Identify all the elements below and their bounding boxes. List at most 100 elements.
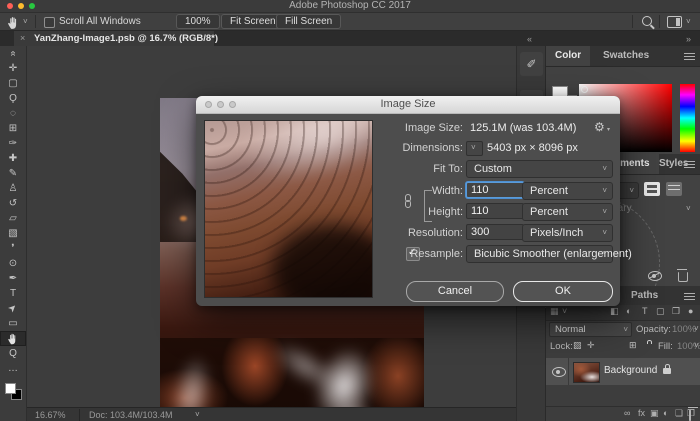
opacity-value[interactable]: 100% bbox=[672, 324, 696, 335]
scroll-all-windows-label: Scroll All Windows bbox=[59, 16, 141, 27]
resolution-input[interactable] bbox=[466, 224, 524, 240]
resample-dropdown[interactable]: Bicubic Smoother (enlargement) ˅ bbox=[466, 245, 613, 263]
more-tools[interactable]: … bbox=[0, 361, 26, 376]
gear-chevron-icon[interactable]: ▾ bbox=[607, 126, 610, 133]
layer-thumbnail[interactable] bbox=[573, 362, 600, 383]
layer-mask-icon[interactable]: ▣ bbox=[650, 408, 659, 419]
tab-swatches[interactable]: Swatches bbox=[594, 46, 658, 66]
scroll-all-windows-checkbox[interactable] bbox=[44, 17, 55, 28]
tool-preset-chevron-icon[interactable]: ˅ bbox=[23, 18, 28, 26]
photoshop-window: Adobe Photoshop CC 2017 ˅ Scroll All Win… bbox=[0, 0, 700, 421]
zoom-100-button[interactable]: 100% bbox=[176, 14, 220, 29]
resample-label: Resample: bbox=[316, 248, 463, 260]
workspace-icon[interactable] bbox=[667, 16, 682, 28]
close-tab-icon[interactable]: × bbox=[20, 33, 25, 43]
clone-stamp-tool[interactable]: ♙ bbox=[0, 181, 26, 196]
tab-paths[interactable]: Paths bbox=[622, 286, 667, 306]
eraser-tool[interactable]: ▱ bbox=[0, 211, 26, 226]
chevron-down-icon[interactable]: ˅ bbox=[694, 325, 699, 333]
lock-transparent-icon[interactable]: ▨ bbox=[573, 340, 582, 351]
dodge-tool[interactable]: ⊙ bbox=[0, 256, 26, 271]
chevron-down-icon[interactable]: ˅ bbox=[686, 205, 691, 213]
marquee-tool[interactable]: ▢ bbox=[0, 76, 26, 91]
filter-type-layers-icon[interactable]: T bbox=[642, 306, 648, 316]
filter-toggle-icon[interactable]: ● bbox=[688, 306, 693, 316]
chevron-down-icon[interactable]: ˅ bbox=[694, 342, 699, 350]
collapse-toolbar-button[interactable]: « bbox=[6, 41, 21, 67]
chevron-down-icon: ˅ bbox=[602, 208, 607, 216]
adjustment-layer-icon[interactable]: ◐ bbox=[663, 408, 668, 418]
filter-pixel-layers-icon[interactable]: ◧ bbox=[610, 306, 619, 317]
blur-tool[interactable]: ❜ bbox=[0, 241, 26, 256]
panel-menu-icon[interactable] bbox=[684, 53, 695, 60]
filter-shape-layers-icon[interactable]: ▢ bbox=[656, 306, 665, 317]
healing-brush-tool[interactable]: ✚ bbox=[0, 151, 26, 166]
blend-mode-dropdown[interactable]: Normal ˅ bbox=[549, 322, 632, 337]
layer-visibility-eye-icon[interactable] bbox=[552, 367, 566, 377]
toggle-visibility-icon[interactable] bbox=[648, 271, 662, 281]
filter-adjustment-layers-icon[interactable]: ◐ bbox=[626, 306, 631, 316]
grid-view-icon[interactable] bbox=[644, 182, 660, 196]
fill-screen-button[interactable]: Fill Screen bbox=[276, 14, 341, 29]
zoom-level[interactable]: 16.67% bbox=[35, 410, 66, 420]
search-icon[interactable] bbox=[642, 16, 652, 26]
hand-tool-icon[interactable] bbox=[7, 15, 20, 28]
lock-label: Lock: bbox=[550, 341, 573, 352]
width-unit-dropdown[interactable]: Percent ˅ bbox=[522, 182, 613, 200]
status-bar: 16.67% Doc: 103.4M/103.4M ˅ bbox=[27, 407, 516, 421]
gradient-tool[interactable]: ▧ bbox=[0, 226, 26, 241]
collapse-dock-icon[interactable]: « bbox=[527, 34, 532, 44]
lasso-tool[interactable]: Ϙ bbox=[0, 91, 26, 106]
layer-lock-icon[interactable] bbox=[663, 368, 671, 374]
filter-kind-chevron-icon[interactable]: ˅ bbox=[562, 306, 567, 316]
delete-icon[interactable] bbox=[678, 272, 688, 282]
filter-smart-object-icon[interactable]: ❐ bbox=[672, 306, 680, 317]
filter-kind-icon[interactable]: ▦ bbox=[550, 306, 559, 317]
layer-group-icon[interactable]: ❏ bbox=[675, 408, 683, 419]
list-view-icon[interactable] bbox=[666, 182, 682, 196]
chevron-down-icon: ˅ bbox=[629, 187, 634, 195]
pen-tool[interactable]: ✒ bbox=[0, 271, 26, 286]
blend-mode-value: Normal bbox=[555, 324, 586, 335]
workspace-chevron-icon[interactable]: ˅ bbox=[686, 18, 691, 26]
collapse-panels-icon[interactable]: » bbox=[686, 34, 691, 44]
gear-icon[interactable]: ⚙ bbox=[594, 120, 605, 134]
quick-select-tool[interactable]: ◌ bbox=[0, 106, 26, 121]
resolution-unit-dropdown[interactable]: Pixels/Inch ˅ bbox=[522, 224, 613, 242]
fit-to-dropdown[interactable]: Custom ˅ bbox=[466, 160, 613, 178]
zoom-tool[interactable]: Q bbox=[0, 346, 26, 361]
panel-menu-icon[interactable] bbox=[684, 293, 695, 300]
lock-artboard-icon[interactable]: ⊞ bbox=[629, 340, 637, 351]
color-field-marker bbox=[581, 86, 588, 93]
tools-panel: «✛▢Ϙ◌⊞✑✚✎♙↺▱▧❜⊙✒T➤▭Q… bbox=[0, 46, 27, 421]
width-unit-value: Percent bbox=[530, 184, 568, 198]
resolution-unit-value: Pixels/Inch bbox=[530, 226, 583, 240]
resolution-label: Resolution: bbox=[316, 227, 463, 239]
dimensions-dropdown[interactable]: ˅ bbox=[466, 141, 483, 156]
lock-position-icon[interactable]: ✛ bbox=[587, 340, 595, 351]
chevron-down-icon: ˅ bbox=[471, 144, 476, 152]
layer-filter-row: ▦˅ ◧ ◐ T ▢ ❐ ● bbox=[546, 305, 700, 321]
height-unit-dropdown[interactable]: Percent ˅ bbox=[522, 203, 613, 221]
background-layer-row[interactable]: Background bbox=[546, 358, 700, 385]
hand-tool[interactable] bbox=[0, 331, 26, 346]
hue-slider[interactable] bbox=[680, 84, 695, 152]
status-chevron-icon[interactable]: ˅ bbox=[195, 411, 200, 419]
height-input[interactable] bbox=[466, 203, 524, 219]
cancel-button[interactable]: Cancel bbox=[406, 281, 504, 302]
width-input[interactable] bbox=[466, 182, 524, 198]
panel-menu-icon[interactable] bbox=[684, 161, 695, 168]
eyedropper-tool[interactable]: ✑ bbox=[0, 136, 26, 151]
brush-settings-panel-icon[interactable]: ✐ bbox=[520, 52, 543, 76]
crop-tool[interactable]: ⊞ bbox=[0, 121, 26, 136]
tab-color[interactable]: Color bbox=[546, 46, 590, 66]
history-brush-tool[interactable]: ↺ bbox=[0, 196, 26, 211]
document-tab[interactable]: × YanZhang-Image1.psb @ 16.7% (RGB/8*) bbox=[14, 31, 214, 46]
link-layers-icon[interactable]: ∞ bbox=[624, 408, 630, 418]
foreground-color-swatch[interactable] bbox=[5, 383, 16, 394]
layer-effects-icon[interactable]: fx bbox=[638, 408, 645, 418]
delete-layer-icon[interactable] bbox=[689, 410, 691, 420]
ok-button[interactable]: OK bbox=[513, 281, 613, 302]
brush-tool[interactable]: ✎ bbox=[0, 166, 26, 181]
layer-name: Background bbox=[604, 365, 657, 376]
